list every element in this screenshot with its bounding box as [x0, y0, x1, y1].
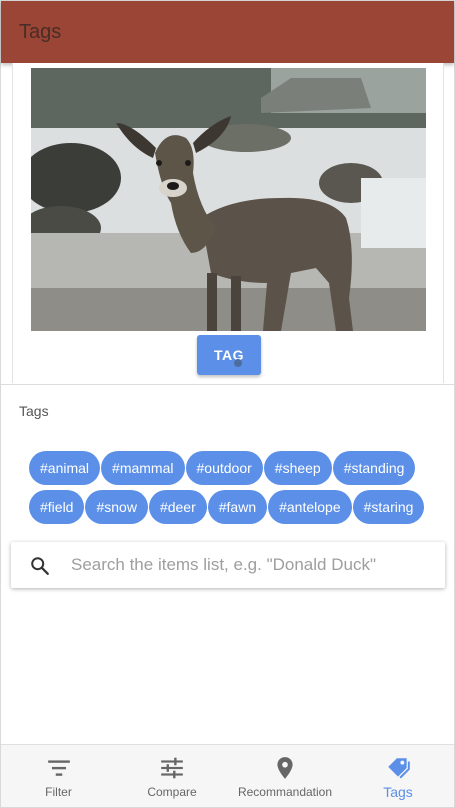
tag-chip[interactable]: #animal — [29, 451, 101, 485]
search-icon[interactable] — [29, 555, 51, 577]
tag-button[interactable]: TAG — [197, 335, 261, 375]
deer-photo — [31, 68, 426, 331]
tag-chip[interactable]: #snow — [85, 490, 148, 524]
section-divider — [1, 384, 454, 385]
tag-icon — [388, 758, 410, 779]
nav-label: Compare — [147, 785, 197, 799]
search-input[interactable] — [69, 542, 429, 588]
app-frame: Tags TAG Tags #animal #mammal #outdoor #… — [0, 0, 455, 808]
tag-chip[interactable]: #standing — [332, 451, 416, 485]
tags-heading: Tags — [19, 403, 49, 419]
tag-chip[interactable]: #staring — [352, 490, 425, 524]
nav-item-compare[interactable]: Compare — [116, 745, 228, 808]
nav-item-recommandation[interactable]: Recommandation — [228, 745, 342, 808]
ripple-dot — [234, 359, 242, 367]
page-title: Tags — [19, 21, 62, 43]
sliders-icon — [161, 757, 183, 779]
nav-label: Filter — [45, 785, 72, 799]
tag-chip[interactable]: #field — [29, 490, 85, 524]
nav-item-tags[interactable]: Tags — [342, 745, 454, 808]
search-bar — [11, 542, 445, 588]
filter-icon — [47, 760, 70, 776]
tag-chip[interactable]: #antelope — [268, 490, 352, 524]
tag-chip-row: #animal #mammal #outdoor #sheep #standin… — [29, 451, 416, 485]
tag-chip[interactable]: #outdoor — [185, 451, 263, 485]
tag-chip[interactable]: #fawn — [207, 490, 268, 524]
nav-label: Tags — [383, 784, 413, 800]
tag-chip[interactable]: #mammal — [101, 451, 185, 485]
location-pin-icon — [277, 757, 293, 779]
tag-chip[interactable]: #deer — [148, 490, 207, 524]
app-bar: Tags — [1, 1, 454, 63]
tag-chip-row: #field #snow #deer #fawn #antelope #star… — [29, 490, 425, 524]
bottom-navigation: Filter Compare Recommandation Tags — [1, 744, 454, 807]
nav-label: Recommandation — [237, 785, 333, 799]
photo-card: TAG — [12, 63, 444, 383]
tag-chip[interactable]: #sheep — [263, 451, 332, 485]
nav-item-filter[interactable]: Filter — [1, 745, 116, 808]
